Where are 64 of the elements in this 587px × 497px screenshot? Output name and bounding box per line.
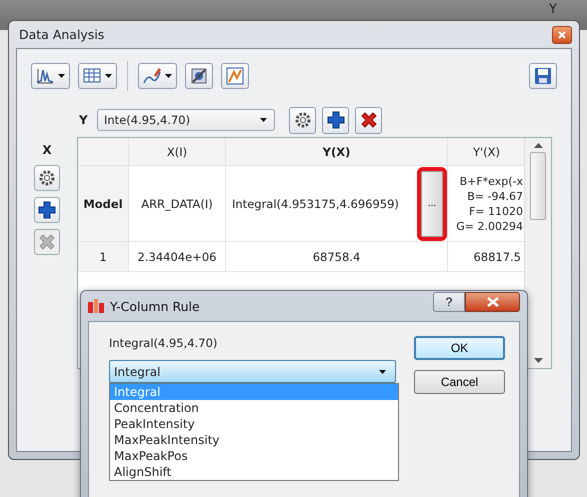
- toolbar-button[interactable]: [78, 63, 117, 89]
- help-button[interactable]: ?: [433, 292, 465, 312]
- table-cell: 68758.4: [226, 242, 448, 272]
- toolbar-button[interactable]: [138, 63, 177, 89]
- background-window-text: Y: [549, 2, 557, 17]
- caret-icon: [57, 72, 66, 80]
- fit-formula-line: G= 2.00294: [456, 218, 523, 234]
- app-logo-icon: [88, 299, 104, 313]
- toolbar-button[interactable]: [529, 63, 557, 89]
- settings-button[interactable]: [34, 165, 60, 191]
- y-column-dropdown[interactable]: Inte(4.95,4.70): [97, 109, 275, 131]
- peak-icon: [35, 66, 55, 86]
- column-header: X(I): [129, 138, 226, 166]
- fit-formula-line: B+F*exp(-x: [460, 174, 523, 188]
- delete-button[interactable]: [355, 106, 382, 134]
- gear-icon: [37, 168, 57, 188]
- edit-button[interactable]: ...: [421, 170, 443, 236]
- row-header: 1: [78, 242, 129, 272]
- gear-icon: [292, 110, 312, 130]
- brush-icon: [142, 66, 162, 86]
- close-icon: [486, 297, 498, 307]
- cancel-button[interactable]: Cancel: [414, 370, 505, 394]
- plus-icon: [37, 200, 57, 220]
- scroll-thumb[interactable]: [530, 152, 546, 220]
- close-button[interactable]: [465, 292, 520, 312]
- scroll-up-icon[interactable]: [534, 142, 543, 148]
- rule-dropdown[interactable]: Integral: [109, 360, 396, 383]
- scroll-down-icon[interactable]: [534, 358, 543, 364]
- dropdown-option[interactable]: Concentration: [110, 400, 398, 416]
- fit-formula-line: B= -94.67: [467, 188, 523, 204]
- delete-icon: [358, 110, 378, 130]
- dialog-title: Y-Column Rule: [110, 298, 201, 314]
- table-cell: ARR_DATA(I): [129, 166, 226, 242]
- toolbar-button[interactable]: [185, 63, 213, 89]
- toolbar-button[interactable]: [31, 63, 70, 89]
- fit-formula-line: F= 11020: [468, 204, 523, 218]
- close-button[interactable]: [552, 26, 572, 44]
- window-title: Data Analysis: [19, 27, 104, 42]
- y-label: Y: [79, 113, 89, 127]
- rule-label: Integral(4.95,4.70): [109, 336, 218, 350]
- dropdown-option[interactable]: AlignShift: [110, 464, 398, 480]
- column-header: Y(X): [226, 138, 448, 166]
- plus-icon: [326, 110, 346, 130]
- chart-icon: [225, 66, 245, 86]
- caret-icon: [164, 72, 173, 80]
- settings-button[interactable]: [289, 106, 316, 134]
- save-icon: [533, 66, 553, 86]
- add-button[interactable]: [34, 197, 60, 223]
- row-header: Model: [78, 166, 129, 242]
- dropdown-option[interactable]: PeakIntensity: [110, 416, 398, 432]
- table-cell: 2.34404e+06: [129, 242, 226, 272]
- toolbar-button[interactable]: [221, 63, 249, 89]
- caret-icon: [104, 72, 113, 80]
- formula-text: Integral(4.953175,4.696959): [231, 196, 399, 210]
- dropdown-option[interactable]: MaxPeakPos: [110, 448, 398, 464]
- column-header: Y'(X): [448, 138, 524, 166]
- caret-icon: [259, 116, 268, 124]
- dropdown-option[interactable]: MaxPeakIntensity: [110, 432, 398, 448]
- ok-button[interactable]: OK: [414, 336, 505, 360]
- x-label: X: [42, 143, 52, 157]
- close-icon: [558, 30, 566, 38]
- tools-icon: [189, 66, 209, 86]
- add-button[interactable]: [322, 106, 349, 134]
- delete-icon: [37, 232, 57, 252]
